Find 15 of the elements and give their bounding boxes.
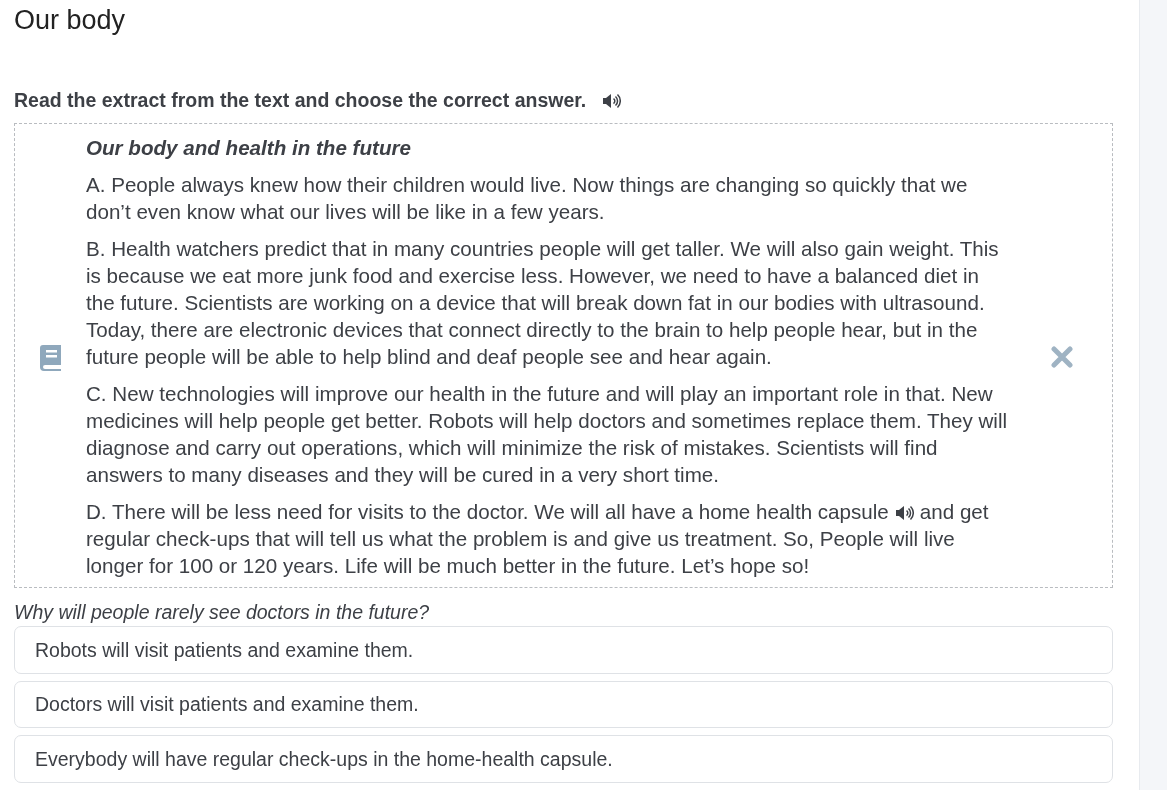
answer-option[interactable]: Robots will visit patients and examine them.	[14, 626, 1113, 674]
passage-text: D. There will be less need for visits to the doctor. We will all have a home health capsule	[86, 500, 889, 524]
passage-text: A. People always knew how their children would live. Now things are changing so quickly that we don’t even know what our lives will be like in a few years.	[86, 173, 968, 224]
passage-text: and get	[919, 500, 989, 524]
question-text: Why will people rarely see doctors in the future?	[14, 600, 431, 626]
answer-option[interactable]: Everybody will have regular check-ups in the home-health capsule.	[14, 735, 1113, 783]
page-title: Our body	[14, 4, 127, 37]
passage-text: B. Health watchers predict that in many countries people will get taller. We will also gain weight. This is because we eat more junk food and exercise less. However, we need to have a balanced diet in the future. Scientists are working on a device that will break down fat in our bodies with ultrasound. Today, there are electronic devices that connect directly to the brain to help people hear, but in the future people will be able to help blind and deaf people see and hear again.	[86, 237, 999, 369]
speaker-icon[interactable]	[894, 505, 914, 522]
answer-option[interactable]: Doctors will visit patients and examine them.	[14, 680, 1113, 729]
passage-title: Our body and health in the future	[86, 135, 412, 162]
instruction-text: Read the extract from the text and choose the correct answer.	[14, 89, 587, 113]
passage-text: regular check-ups that will tell us what the problem is and give us treatment. So, People will live longer for 100 or 120 years. Life will be much better in the future. Let’s hope so!	[86, 527, 955, 578]
passage-text: C. New technologies will improve our health in the future and will play an important role in that. New medicines will help people get better. Robots will help doctors and sometimes replace them. They will diagnose and carry out operations, which will minimize the risk of mistakes. Scientists will find answers to many diseases and they will be cured in a very short time.	[86, 382, 1008, 487]
speaker-icon[interactable]	[602, 92, 622, 109]
